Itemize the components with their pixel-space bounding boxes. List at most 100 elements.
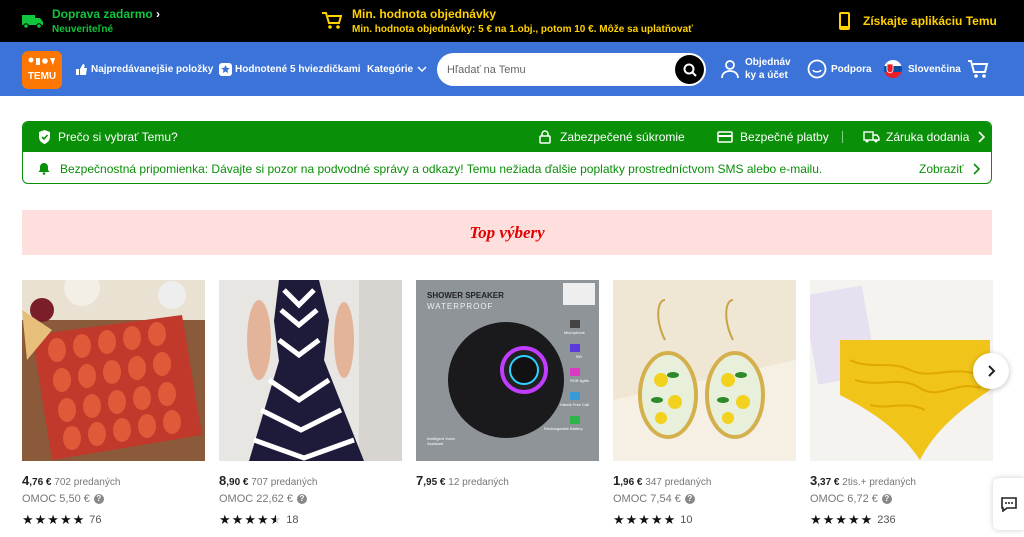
image-feature: RGB lights [570,378,590,383]
sold-count: 707 predaných [251,477,318,488]
image-caption-title: SHOWER SPEAKER [427,291,504,300]
nav-bestsellers[interactable]: Najpredávanejšie položky [75,42,213,96]
why-temu[interactable]: Prečo si vybrať Temu? [38,122,178,152]
product-price: 7,95 € 12 predaných [416,473,509,488]
phone-icon [839,12,850,30]
star-icon: ★ [231,512,245,527]
nav-language[interactable]: Slovenčina [883,42,961,96]
shopping-cart-icon [968,60,989,78]
help-icon[interactable]: ? [684,494,695,504]
nav-account-line1: Objednáv [745,57,791,68]
product-image[interactable] [810,280,993,461]
carousel-next-button[interactable] [973,353,1009,389]
nav-account[interactable]: Objednáv ky a účet [721,42,791,96]
logo-text: TEMU [27,71,57,82]
omoc-label: OMOC 6,72 € [810,493,878,505]
image-feature: Microphone [564,330,585,335]
review-count: 76 [89,514,102,526]
help-icon[interactable]: ? [93,494,104,504]
free-shipping-promo[interactable]: Doprava zadarmo › Neuveriteľné [22,0,160,42]
rating: ★★★★★ 10 [613,512,693,528]
star-icon: ★ [244,512,257,527]
nav-account-line2: ky a účet [745,70,788,81]
product-card[interactable]: 8,90 € 707 predaných OMOC 22,62 €? ★★★★★… [219,280,402,535]
show-more-link[interactable]: Zobraziť [919,162,980,176]
image-caption-sub: WATERPROOF [427,302,494,311]
delivery-guarantee-label: Záruka dodania [886,130,970,144]
security-reminder[interactable]: Bezpečnostná pripomienka: Dávajte si poz… [23,153,991,183]
show-more-label: Zobraziť [919,162,964,176]
sold-count: 702 predaných [54,477,121,488]
search-button[interactable] [675,55,704,84]
stars-icon: ★★★★★ [613,512,677,527]
star-badge-icon [219,62,232,76]
stars-icon: ★★★★★ [219,512,282,528]
min-order-subtitle: Min. hodnota objednávky: 5 € na 1.obj., … [352,24,693,35]
temu-logo[interactable]: TEMU [22,51,62,89]
delivery-truck-icon [863,131,880,143]
omoc-price: OMOC 22,62 €? [219,493,307,505]
image-feature: Rechargeable Battery [544,426,583,431]
product-card[interactable]: 1,96 € 347 predaných OMOC 7,54 €? ★★★★★ 1… [613,280,796,535]
help-icon[interactable]: ? [296,494,307,504]
chat-button[interactable] [993,478,1024,530]
thumbs-up-icon [76,63,87,75]
review-count: 18 [286,514,299,526]
nav-categories-label: Kategórie [367,63,414,75]
support-smile-icon [807,59,827,79]
free-shipping-title: Doprava zadarmo [52,7,153,21]
image-feature: Hands Free Call [560,402,589,407]
promo-bar: Doprava zadarmo › Neuveriteľné Min. hodn… [0,0,1024,42]
secure-privacy[interactable]: Zabezpečené súkromie [539,122,685,152]
omoc-price: OMOC 7,54 €? [613,493,695,505]
trust-panel: Prečo si vybrať Temu? Zabezpečené súkrom… [22,121,992,184]
search-box [437,53,706,86]
image-feature: Intelligent Voice Assistant [427,436,456,446]
product-card[interactable]: 4,76 € 702 predaných OMOC 5,50 €? ★★★★★ 7… [22,280,205,535]
omoc-label: OMOC 5,50 € [22,493,90,505]
cart-button[interactable] [967,42,989,96]
nav-five-star[interactable]: Hodnotené 5 hviezdičkami [219,42,361,96]
chevron-down-icon [417,66,427,73]
trust-header[interactable]: Prečo si vybrať Temu? Zabezpečené súkrom… [23,122,991,152]
rating: ★★★★★ 76 [22,512,102,528]
nav-categories[interactable]: Kategórie [367,42,427,96]
user-icon [721,60,739,79]
min-order-promo[interactable]: Min. hodnota objednávky Min. hodnota obj… [322,0,693,42]
app-promo-label: Získajte aplikáciu Temu [863,14,997,28]
omoc-price: OMOC 6,72 €? [810,493,892,505]
shield-check-icon [39,130,50,144]
product-image[interactable]: SHOWER SPEAKER WATERPROOF Microphone 5W … [416,280,599,461]
delivery-guarantee[interactable]: Záruka dodania [863,122,986,152]
chat-bubble-icon [1000,496,1017,512]
chevron-right-icon [988,365,996,377]
nav-five-star-label: Hodnotené 5 hviezdičkami [235,63,361,75]
chevron-right-icon [978,131,986,143]
logo-figures-icon [28,57,55,65]
product-card[interactable]: SHOWER SPEAKER WATERPROOF Microphone 5W … [416,280,599,535]
main-nav: TEMU Najpredávanejšie položky Hodnotené … [0,42,1024,96]
star-icon: ★ [269,512,283,527]
rating: ★★★★★ 18 [219,512,299,528]
nav-bestsellers-label: Najpredávanejšie položky [91,63,214,75]
search-input[interactable] [447,53,667,86]
product-image[interactable] [22,280,205,461]
product-price: 8,90 € 707 predaných [219,473,317,488]
product-image[interactable] [613,280,796,461]
product-image[interactable] [219,280,402,461]
sold-count: 2tis.+ predaných [842,477,916,488]
review-count: 236 [877,514,896,526]
app-promo[interactable]: Získajte aplikáciu Temu [838,0,997,42]
secure-privacy-label: Zabezpečené súkromie [560,130,685,144]
safe-payments[interactable]: Bezpečné platby [717,122,829,152]
nav-support[interactable]: Podpora [807,42,872,96]
sold-count: 12 predaných [448,477,509,488]
min-order-title: Min. hodnota objednávky [352,7,497,21]
product-price: 4,76 € 702 predaných [22,473,120,488]
why-temu-label: Prečo si vybrať Temu? [58,130,178,144]
product-card[interactable]: 3,37 € 2tis.+ predaných OMOC 6,72 €? ★★★… [810,280,993,535]
price-dec: ,95 € [423,477,446,488]
nav-support-label: Podpora [831,63,872,75]
help-icon[interactable]: ? [881,494,892,504]
review-count: 10 [680,514,693,526]
